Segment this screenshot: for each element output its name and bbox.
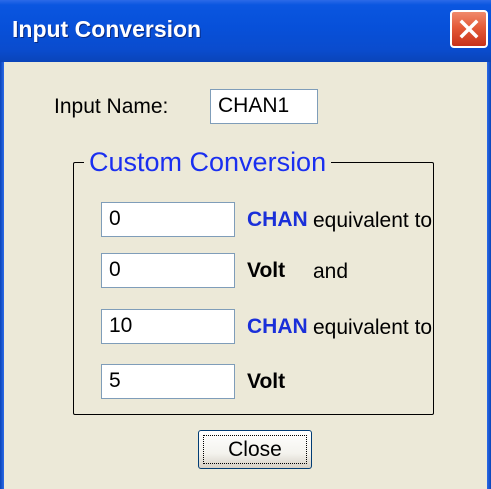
title-bar[interactable]: Input Conversion: [0, 0, 491, 62]
equivalent-to-label-1: equivalent to: [313, 209, 433, 232]
volt-unit-label-1: Volt: [247, 259, 286, 282]
close-button[interactable]: Close: [198, 430, 312, 469]
window-title: Input Conversion: [12, 16, 202, 42]
input-conversion-dialog: Input Conversion Input Name: CHAN1 Custo…: [0, 0, 491, 489]
input-name-field[interactable]: CHAN1: [210, 89, 318, 124]
chan-value-field-1[interactable]: 0: [101, 202, 235, 237]
window-border-right: [487, 62, 491, 489]
volt-unit-label-2: Volt: [247, 370, 286, 393]
chan-unit-label-2: CHAN: [247, 315, 308, 338]
and-label: and: [313, 260, 349, 283]
close-icon: [459, 19, 479, 39]
focus-rectangle: [203, 435, 307, 464]
chan-value-field-2[interactable]: 10: [101, 309, 235, 344]
chan-unit-label-1: CHAN: [247, 208, 308, 231]
equivalent-to-label-2: equivalent to: [313, 316, 433, 339]
close-window-button[interactable]: [450, 10, 488, 48]
volt-value-field-1[interactable]: 0: [101, 253, 235, 288]
input-name-label: Input Name:: [54, 95, 169, 118]
window-border-left: [0, 62, 4, 489]
custom-conversion-title: Custom Conversion: [84, 147, 332, 178]
volt-value-field-2[interactable]: 5: [101, 364, 235, 399]
